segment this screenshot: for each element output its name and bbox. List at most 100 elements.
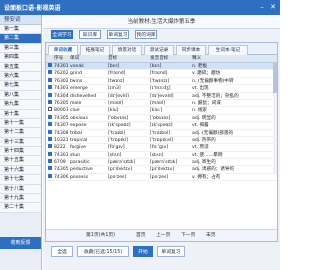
first-page-link[interactable]: 首页 <box>136 230 146 242</box>
sidebar-item-episode[interactable]: 第二十集 <box>0 203 41 213</box>
page-summary: 第1页(共1页) <box>86 233 116 238</box>
row-checkbox[interactable] <box>48 107 52 112</box>
sidebar-item-episode[interactable]: 第十八集 <box>0 184 41 195</box>
row-word: parasitic <box>70 160 90 166</box>
row-checkbox[interactable] <box>48 173 52 178</box>
row-word: tropical <box>70 137 88 143</box>
sidebar-item-episode[interactable]: 第十集 <box>0 109 41 119</box>
row-checkbox[interactable] <box>48 92 52 97</box>
row-pronunciation: [fraɪnd] <box>150 71 168 77</box>
prev-page-link[interactable]: 上一页 <box>156 230 170 242</box>
scrollbar-thumb[interactable] <box>273 63 277 93</box>
start-button[interactable]: 开始 <box>133 246 153 257</box>
table-row[interactable]: 76302 twins [twɪnz] ['twɪnzɪ] n. (无偏颇事物)中转 <box>46 77 277 86</box>
row-checkbox[interactable] <box>48 114 52 119</box>
header-id: 序号 <box>54 56 64 61</box>
next-page-link[interactable]: 下一页 <box>181 230 195 242</box>
row-id: 74305 <box>54 167 68 173</box>
table-row[interactable]: 76202 grind [fraɪnd] [fraɪnd] v. 磨碎；磨坊 <box>46 70 277 78</box>
table-row[interactable]: 74301 vonak [bɛs] [bɛs] n. 老板 <box>46 63 277 71</box>
row-pronunciation: [məʊl] <box>150 100 165 106</box>
row-checkbox[interactable] <box>48 70 52 75</box>
row-checkbox[interactable] <box>48 122 52 127</box>
episode-sidebar: 预安词 第一集 第二集 第三集 第四集 第五集 第六集 第七集 第八集 第九集 第十集 第十一集 第十… <box>0 15 42 270</box>
row-pronunciation: [pə'zes] <box>150 174 169 180</box>
subtab-textbook[interactable]: 同步课本 <box>176 45 206 55</box>
row-word: vonak <box>70 64 84 69</box>
row-checkbox[interactable] <box>48 136 52 141</box>
row-checkbox-cell <box>48 99 53 107</box>
sidebar-item-episode[interactable]: 第十四集 <box>0 147 41 157</box>
sidebar-item-episode[interactable]: 第九集 <box>0 100 41 110</box>
table-row[interactable]: 74305 obvious ['ɒbvɪəs] ['ɒbvɪəs] adj. 明显的 <box>46 114 277 123</box>
header-pronunciation: 发音音标 <box>150 56 169 61</box>
subtab-vocab-notes[interactable]: 生词本·笔记 <box>208 45 248 55</box>
row-definition: adj. (无偏颇)部落的 <box>192 130 234 136</box>
sidebar-item-episode[interactable]: 第二集 <box>0 34 41 44</box>
close-button[interactable]: ✕ <box>268 2 278 12</box>
row-checkbox[interactable] <box>48 99 52 104</box>
row-id: 6709 <box>54 160 66 166</box>
sidebar-item-episode[interactable]: 第十一集 <box>0 118 41 129</box>
table-row[interactable]: 6709 parasitic [pærə'sɪtɪk] [pærə'sɪtɪk] adj… <box>46 159 277 167</box>
tab-knowledge[interactable]: 知识库 <box>79 30 101 39</box>
row-pronunciation: ['traɪbəl] <box>150 130 171 136</box>
header-definition: 释义 <box>192 56 202 61</box>
table-row[interactable]: 80003 clue [klu] [kluː] n. 线索 <box>46 107 277 115</box>
table-row[interactable]: 74308 tribal ['traɪbl] ['traɪbəl] adj. (无偏颇)… <box>46 129 277 137</box>
table-row[interactable]: 74307 expose [ɪk'spəʊz] [ɪk'spəʊz] vt. 揭露 <box>46 122 277 130</box>
table-row[interactable]: 74305 peductive [pɪ'dʌktɪv] [pɪ'dʌktɪv] adj.… <box>46 166 277 174</box>
sidebar-item-episode[interactable]: 第一集 <box>0 25 41 35</box>
table-row[interactable]: 10321 tropical ['trɒpɪkl] ['trɒpɪkəl] adj. 热… <box>46 136 277 145</box>
row-checkbox[interactable] <box>48 151 52 156</box>
row-checkbox[interactable] <box>48 85 52 90</box>
sidebar-item-episode[interactable]: 第十五集 <box>0 156 41 166</box>
row-word: grind <box>70 71 82 77</box>
row-pronunciation: [pɪ'dʌktɪv] <box>150 167 174 173</box>
sidebar-item-episode[interactable]: 第四集 <box>0 53 41 63</box>
select-all-button[interactable]: 全选 <box>51 246 73 257</box>
word-review-button[interactable]: 单词复习 <box>157 246 185 257</box>
table-row[interactable]: 8222 forgive [fə'gɪv] [fəː'gɪv] vt. 原谅 <box>46 144 277 152</box>
sidebar-item-episode[interactable]: 第十三集 <box>0 137 41 148</box>
row-id: 74307 <box>54 123 68 129</box>
row-id: 8222 <box>54 145 66 151</box>
row-checkbox[interactable] <box>48 166 52 171</box>
row-id: 76202 <box>54 71 68 77</box>
row-checkbox-cell <box>48 114 53 122</box>
sidebar-item-episode[interactable]: 第七集 <box>0 81 41 91</box>
tab-word-review[interactable]: 单词复习 <box>107 30 129 39</box>
table-scrollbar[interactable] <box>273 63 277 173</box>
subtab-dialogue[interactable]: 情景对话 <box>112 45 142 55</box>
row-checkbox[interactable] <box>48 63 52 67</box>
tab-my-wordbank[interactable]: 我的词库 <box>135 30 157 39</box>
row-checkbox[interactable] <box>48 129 52 134</box>
sidebar-item-episode[interactable]: 第八集 <box>0 90 41 101</box>
sidebar-item-episode[interactable]: 第十七集 <box>0 175 41 185</box>
sidebar-item-episode[interactable]: 第十九集 <box>0 194 41 204</box>
sidebar-item-episode[interactable]: 第十六集 <box>0 165 41 176</box>
feedback-button[interactable]: 收到反馈 <box>0 237 41 249</box>
table-row[interactable]: 74303 emerge [ɪm3] [ɪ'mɜːdʒ] vt. 出现 <box>46 85 277 93</box>
minimize-button[interactable]: – <box>257 2 267 12</box>
row-definition: vt. 原谅 <box>192 145 209 151</box>
table-row[interactable]: 74306 possess [pə'zes] [pə'zes] v. 拥有；占有 <box>46 173 277 182</box>
subtab-favorites[interactable]: 单词收藏 <box>48 45 78 55</box>
sidebar-item-episode[interactable]: 第三集 <box>0 43 41 54</box>
tab-full-study[interactable]: 全词学习 <box>51 30 73 39</box>
table-row[interactable]: 74304 dishevelled [dɪ'ʃevld] [dɪ'ʃevəld] adj… <box>46 92 277 100</box>
row-checkbox[interactable] <box>48 144 52 149</box>
sidebar-item-episode[interactable]: 第六集 <box>0 71 41 82</box>
row-definition: n. 线索 <box>192 108 208 114</box>
subtab-test-record[interactable]: 测试记录 <box>144 45 174 55</box>
sidebar-item-episode[interactable]: 第十二集 <box>0 128 41 138</box>
last-page-link[interactable]: 末页 <box>206 230 216 242</box>
row-checkbox[interactable] <box>48 77 52 82</box>
subtab-notes[interactable]: 拓展笔记 <box>80 45 110 55</box>
row-checkbox[interactable] <box>48 159 52 164</box>
sidebar-item-episode[interactable]: 第五集 <box>0 62 41 72</box>
sub-tabs: 单词收藏 拓展笔记 情景对话 测试记录 同步课本 生词本·笔记 <box>46 43 277 55</box>
row-checkbox-cell <box>48 70 53 77</box>
table-row[interactable]: 76305 mole [məʊl] [məʊl] n. 鼹鼠；间谍 <box>46 99 277 108</box>
table-row[interactable]: 74303 stun [stʌn] [stʌn] vt. 使……晕倒 <box>46 151 277 160</box>
